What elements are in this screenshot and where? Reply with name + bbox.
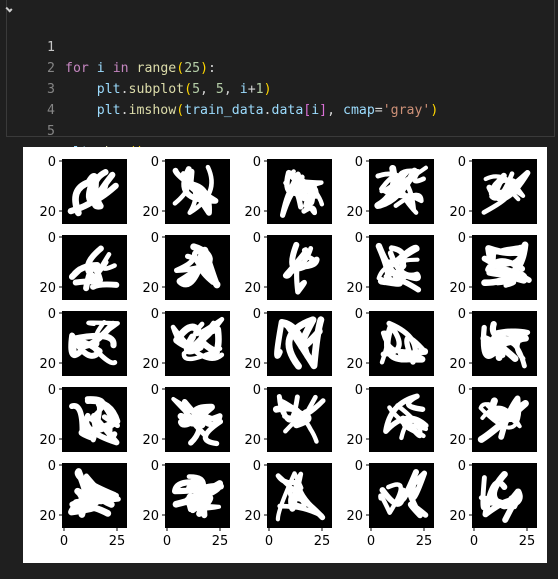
subplot-1: 0 20 (39, 155, 127, 224)
y-tick-label: 0 (151, 155, 159, 170)
y-tick-label: 20 (449, 281, 466, 296)
y-tick-label: 20 (346, 205, 363, 220)
y-tick-label: 0 (355, 383, 363, 398)
y-tick-label: 0 (458, 307, 466, 322)
y-tick-label: 0 (458, 459, 466, 474)
y-tick-label: 20 (142, 281, 159, 296)
subplot-14: 0 20 (346, 307, 434, 376)
y-tick-label: 20 (449, 205, 466, 220)
subplot-grid: 0200200200200200200200200200200200200200… (39, 155, 537, 549)
code-editor[interactable]: 1 for i in range(25): 2 plt.subplot(5, 5… (7, 16, 554, 160)
code-line-2: 2 plt.subplot(5, 5, i+1) (7, 37, 554, 97)
y-tick-label: 0 (151, 383, 159, 398)
y-tick-label: 20 (244, 357, 261, 372)
subplot-8: 0 20 (244, 231, 332, 300)
y-tick-label: 0 (355, 307, 363, 322)
subplot-17: 0 20 (142, 383, 230, 452)
y-tick-label: 20 (346, 357, 363, 372)
y-tick-label: 20 (449, 433, 466, 448)
subplot-5: 0 20 (449, 155, 537, 224)
subplot-16: 0 20 (39, 383, 127, 452)
x-tick-label: 0 (163, 534, 171, 549)
code-line-4: 4 (7, 79, 554, 118)
y-tick-label: 20 (142, 509, 159, 524)
y-tick-label: 20 (244, 433, 261, 448)
y-tick-label: 0 (355, 459, 363, 474)
y-tick-label: 20 (39, 205, 56, 220)
y-tick-label: 0 (48, 459, 56, 474)
y-tick-label: 0 (458, 155, 466, 170)
x-tick-label: 25 (416, 534, 433, 549)
y-tick-label: 0 (253, 155, 261, 170)
y-tick-label: 0 (151, 231, 159, 246)
y-tick-label: 0 (48, 383, 56, 398)
code-cell[interactable]: 1 for i in range(25): 2 plt.subplot(5, 5… (5, 0, 555, 160)
y-tick-label: 0 (253, 307, 261, 322)
y-tick-label: 20 (346, 281, 363, 296)
x-tick-label: 25 (314, 534, 331, 549)
code-line-1: 1 for i in range(25): (7, 16, 554, 76)
x-tick-label: 0 (367, 534, 375, 549)
line-number: 5 (47, 124, 55, 139)
y-tick-label: 20 (39, 433, 56, 448)
subplot-15: 0 20 (449, 307, 537, 376)
x-tick-label: 0 (60, 534, 68, 549)
subplot-13: 0 20 (244, 307, 332, 376)
x-tick-label: 25 (212, 534, 229, 549)
y-tick-label: 0 (48, 307, 56, 322)
y-tick-label: 20 (244, 281, 261, 296)
y-tick-label: 0 (458, 231, 466, 246)
y-tick-label: 0 (151, 459, 159, 474)
subplot-10: 0 20 (449, 231, 537, 300)
y-tick-label: 20 (449, 509, 466, 524)
subplot-12: 0 20 (142, 307, 230, 376)
y-tick-label: 0 (355, 231, 363, 246)
y-tick-label: 0 (48, 155, 56, 170)
y-tick-label: 20 (346, 433, 363, 448)
collapse-chevron-icon[interactable] (5, 5, 13, 13)
x-tick-label: 0 (470, 534, 478, 549)
y-tick-label: 0 (355, 155, 363, 170)
subplot-21: 0 20 0 25 (39, 459, 127, 549)
x-tick-label: 25 (519, 534, 536, 549)
y-tick-label: 20 (244, 205, 261, 220)
subplot-3: 0 20 (244, 155, 332, 224)
y-tick-label: 20 (39, 281, 56, 296)
subplot-7: 0 20 (142, 231, 230, 300)
y-tick-label: 20 (346, 509, 363, 524)
subplot-11: 0 20 (39, 307, 127, 376)
subplot-20: 0 20 (449, 383, 537, 452)
y-tick-label: 20 (449, 357, 466, 372)
y-tick-label: 20 (142, 357, 159, 372)
subplot-9: 0 20 (346, 231, 434, 300)
y-tick-label: 0 (151, 307, 159, 322)
subplot-19: 0 20 (346, 383, 434, 452)
y-tick-label: 20 (142, 205, 159, 220)
y-tick-label: 20 (39, 509, 56, 524)
subplot-22: 0 20 0 25 (142, 459, 230, 549)
y-tick-label: 20 (244, 509, 261, 524)
x-tick-label: 25 (109, 534, 126, 549)
y-tick-label: 0 (253, 383, 261, 398)
x-tick-label: 0 (265, 534, 273, 549)
y-tick-label: 20 (142, 433, 159, 448)
y-tick-label: 0 (48, 231, 56, 246)
y-tick-label: 0 (458, 383, 466, 398)
subplot-2: 0 20 (142, 155, 230, 224)
y-tick-label: 20 (39, 357, 56, 372)
subplot-23: 0 20 0 25 (244, 459, 332, 549)
subplot-25: 0 20 0 25 (449, 459, 537, 549)
subplot-4: 0 20 (346, 155, 434, 224)
subplot-18: 0 20 (244, 383, 332, 452)
output-figure: 0 20 0 20 0 20 0 20 0 20 0 20 0 20 0 20 0 20 0 20 0 20 0 20 0 20 0… (23, 147, 547, 563)
subplot-6: 0 20 (39, 231, 127, 300)
subplot-24: 0 20 0 25 (346, 459, 434, 549)
code-line-5: 5 plt.show() (7, 100, 554, 160)
y-tick-label: 0 (253, 231, 261, 246)
code-line-3: 3 plt.imshow(train_data.data[i], cmap='g… (7, 58, 554, 118)
y-tick-label: 0 (253, 459, 261, 474)
